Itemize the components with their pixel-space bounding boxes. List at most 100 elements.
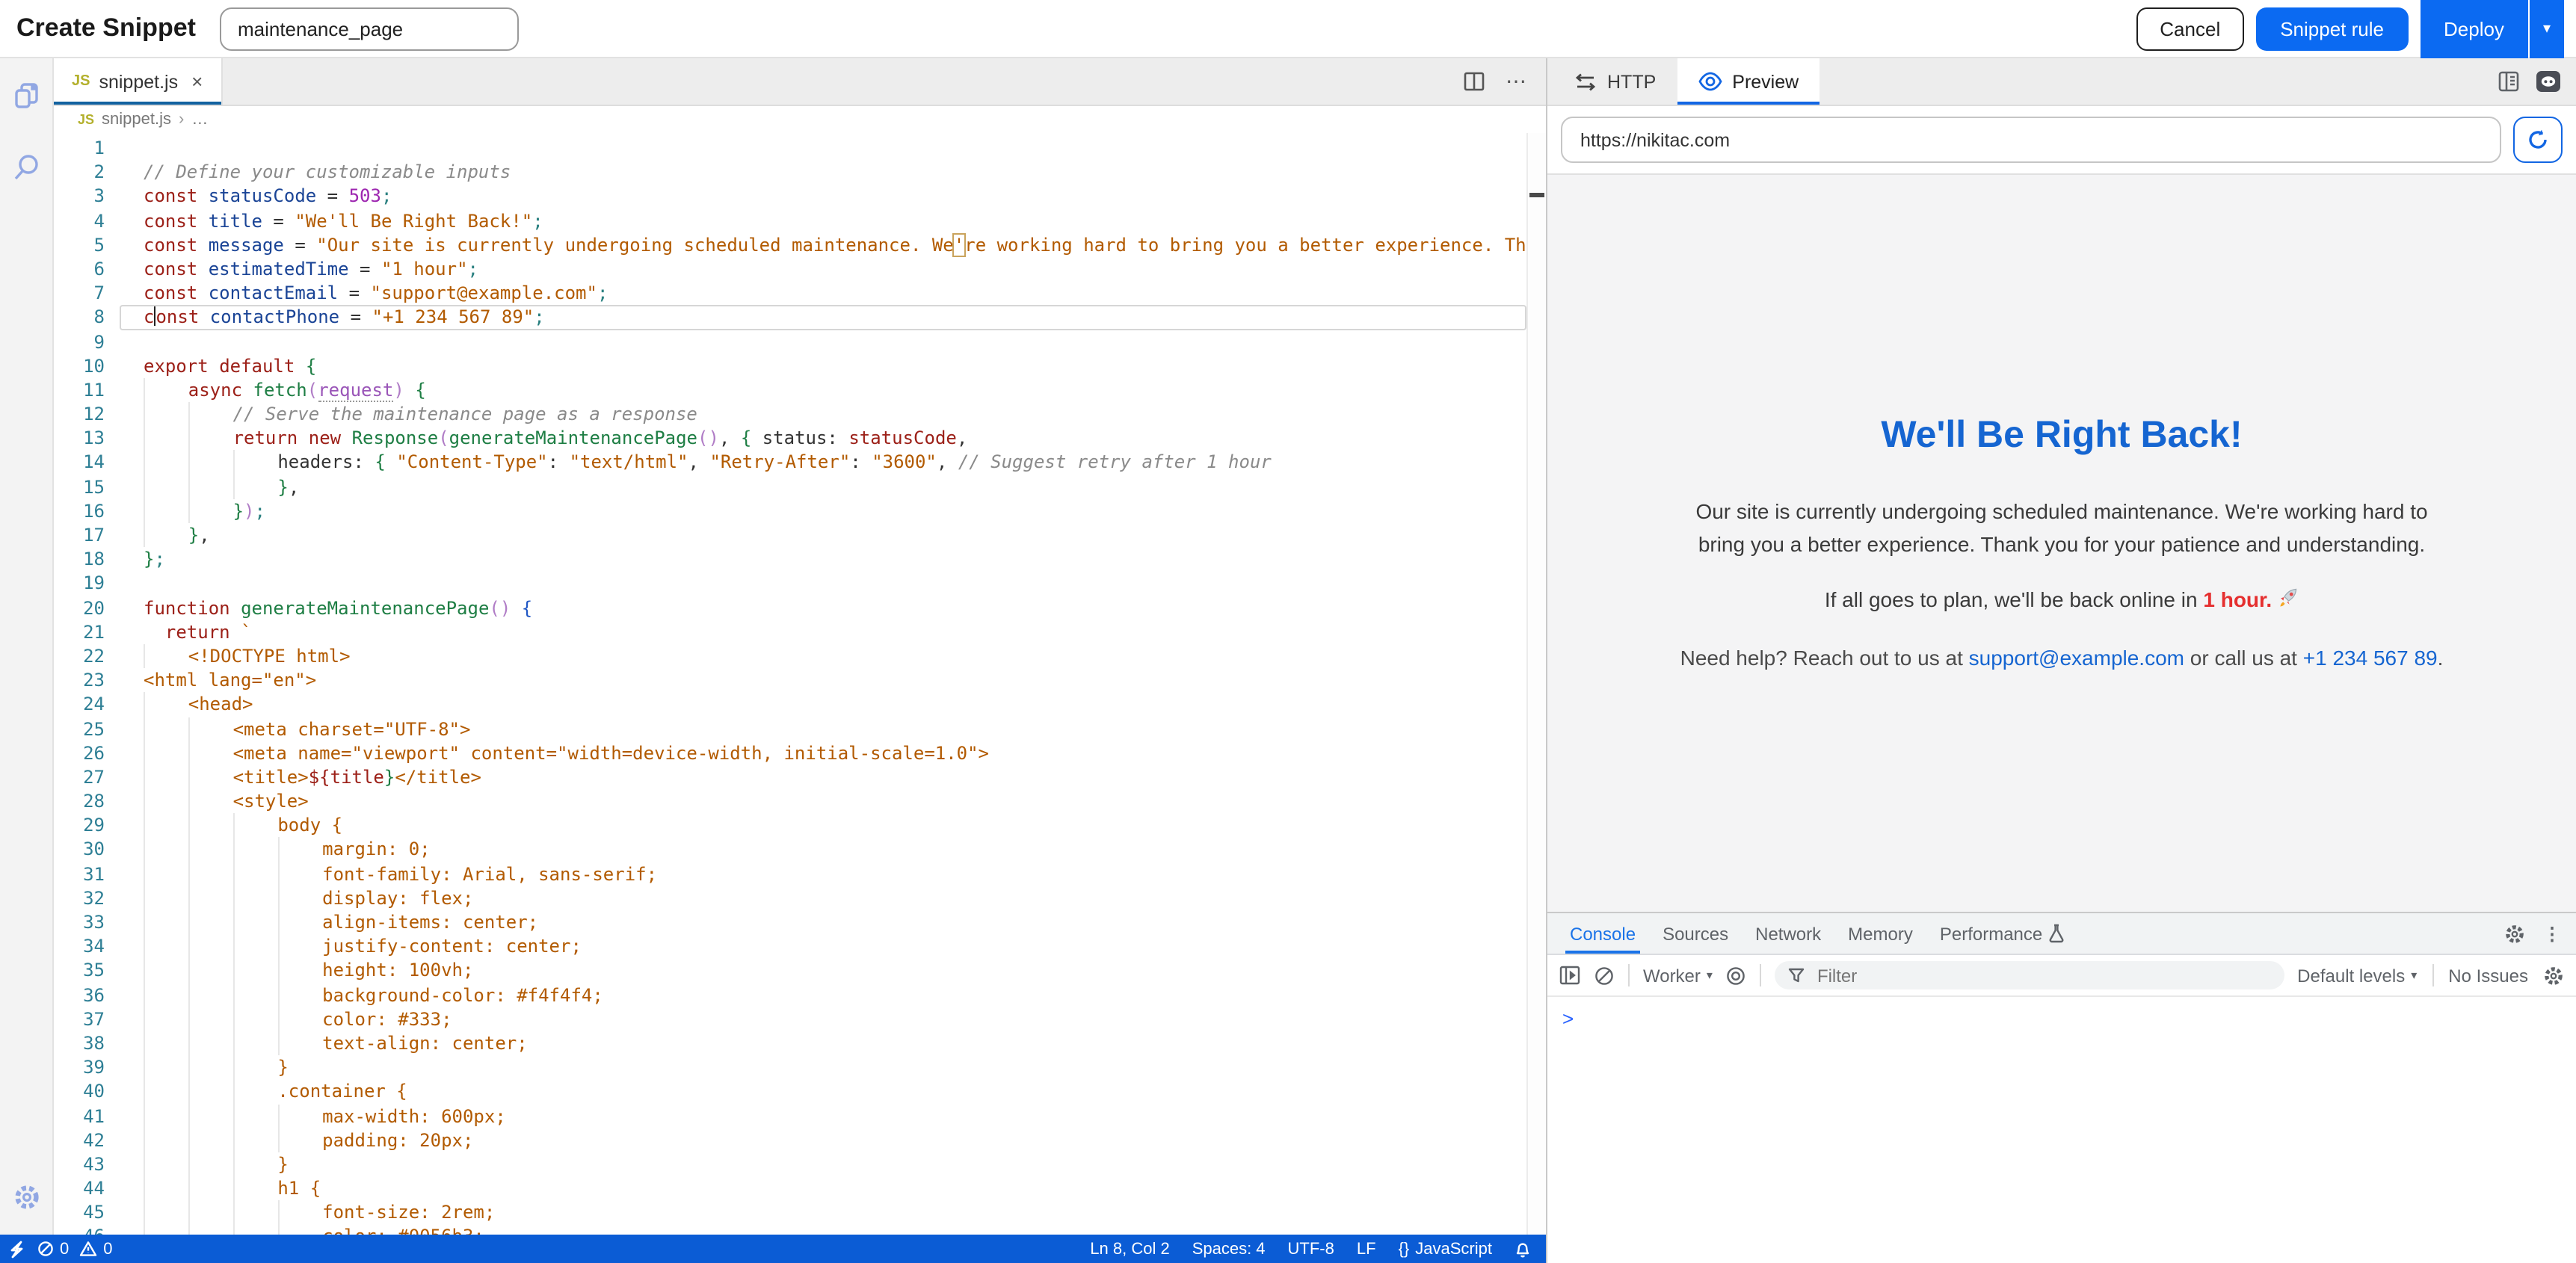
code-line[interactable]: 2// Define your customizable inputs [54, 160, 1546, 184]
code-line[interactable]: 31 font-family: Arial, sans-serif; [54, 862, 1546, 886]
devtools-settings-gear-icon[interactable] [2504, 923, 2525, 944]
code-line[interactable]: 32 display: flex; [54, 886, 1546, 910]
execution-context-dropdown[interactable]: Worker▾ [1643, 965, 1713, 986]
search-icon[interactable] [10, 151, 43, 184]
console-prompt[interactable]: > [1562, 1007, 1574, 1030]
code-line[interactable]: 22 <!DOCTYPE html> [54, 644, 1546, 668]
code-area[interactable]: 12// Define your customizable inputs3con… [54, 133, 1546, 1235]
notifications-bell-icon[interactable] [1515, 1240, 1531, 1258]
console-filter[interactable] [1775, 961, 2284, 989]
app-window: Create Snippet Cancel Snippet rule Deplo… [0, 0, 2576, 1263]
code-line[interactable]: 36 background-color: #f4f4f4; [54, 983, 1546, 1007]
code-line[interactable]: 34 justify-content: center; [54, 934, 1546, 958]
code-line[interactable]: 30 margin: 0; [54, 838, 1546, 862]
breadcrumb-file[interactable]: snippet.js [102, 111, 171, 129]
tab-performance[interactable]: Performance [1926, 913, 2078, 954]
code-line[interactable]: 46 color: #0056b3; [54, 1225, 1546, 1235]
docs-book-icon[interactable] [2497, 70, 2521, 93]
console-sidebar-toggle-icon[interactable] [1559, 966, 1580, 985]
filter-input[interactable] [1814, 963, 2270, 987]
code-line[interactable]: 40 .container { [54, 1080, 1546, 1104]
code-line[interactable]: 45 font-size: 2rem; [54, 1201, 1546, 1225]
code-line[interactable]: 10export default { [54, 353, 1546, 377]
code-line[interactable]: 11 async fetch(request) { [54, 378, 1546, 402]
clear-console-icon[interactable] [1594, 965, 1615, 986]
code-line[interactable]: 7const contactEmail = "support@example.c… [54, 281, 1546, 305]
code-line[interactable]: 3const statusCode = 503; [54, 185, 1546, 209]
language-mode[interactable]: {} JavaScript [1399, 1240, 1492, 1258]
support-email-link[interactable]: support@example.com [1969, 645, 2184, 669]
tab-console[interactable]: Console [1556, 913, 1649, 954]
code-line[interactable]: 37 color: #333; [54, 1007, 1546, 1031]
line-number: 7 [54, 281, 120, 305]
code-line[interactable]: 23<html lang="en"> [54, 668, 1546, 692]
code-line[interactable]: 41 max-width: 600px; [54, 1104, 1546, 1128]
cursor-position[interactable]: Ln 8, Col 2 [1090, 1240, 1169, 1258]
code-line[interactable]: 16 }); [54, 499, 1546, 523]
line-number: 20 [54, 596, 120, 620]
tab-http[interactable]: HTTP [1553, 58, 1677, 105]
breadcrumb-more[interactable]: … [191, 111, 208, 129]
code-line[interactable]: 38 text-align: center; [54, 1031, 1546, 1055]
code-line[interactable]: 33 align-items: center; [54, 910, 1546, 934]
cancel-button[interactable]: Cancel [2136, 7, 2244, 50]
code-line[interactable]: 42 padding: 20px; [54, 1128, 1546, 1152]
files-icon[interactable] [10, 79, 43, 112]
editor-pane: JS snippet.js × ⋯ [0, 58, 1547, 1263]
code-line[interactable]: 14 headers: { "Content-Type": "text/html… [54, 451, 1546, 475]
code-line[interactable]: 4const title = "We'll Be Right Back!"; [54, 209, 1546, 232]
settings-gear-icon[interactable] [10, 1181, 43, 1214]
code-line[interactable]: 17 }, [54, 523, 1546, 547]
code-line[interactable]: 20function generateMaintenancePage() { [54, 596, 1546, 620]
tab-sources[interactable]: Sources [1649, 913, 1742, 954]
code-line[interactable]: 27 <title>${title}</title> [54, 765, 1546, 789]
code-line[interactable]: 18}; [54, 547, 1546, 571]
code-line[interactable]: 13 return new Response(generateMaintenan… [54, 427, 1546, 451]
indentation[interactable]: Spaces: 4 [1192, 1240, 1266, 1258]
discord-icon[interactable] [2536, 70, 2561, 93]
code-line[interactable]: 35 height: 100vh; [54, 959, 1546, 983]
problems-indicator[interactable]: 0 0 [37, 1240, 113, 1258]
phone-link[interactable]: +1 234 567 89 [2303, 645, 2438, 669]
code-line[interactable]: 1 [54, 136, 1546, 160]
console-settings-gear-icon[interactable] [2543, 965, 2564, 986]
code-line[interactable]: 12 // Serve the maintenance page as a re… [54, 402, 1546, 426]
editor-scrollbar[interactable] [1526, 133, 1546, 1235]
code-line[interactable]: 24 <head> [54, 693, 1546, 717]
remote-indicator-icon[interactable] [9, 1240, 24, 1258]
refresh-button[interactable] [2513, 117, 2563, 163]
split-editor-icon[interactable] [1464, 72, 1485, 91]
code-line[interactable]: 21 return ` [54, 620, 1546, 644]
tab-memory[interactable]: Memory [1834, 913, 1926, 954]
issues-counter[interactable]: No Issues [2448, 965, 2528, 986]
tab-snippet-js[interactable]: JS snippet.js × [54, 58, 222, 105]
kebab-menu-icon[interactable]: ⋮ [2543, 923, 2561, 944]
code-line[interactable]: 8const contactPhone = "+1 234 567 89"; [54, 306, 1546, 330]
code-line[interactable]: 28 <style> [54, 789, 1546, 813]
more-actions-icon[interactable]: ⋯ [1506, 69, 1528, 94]
code-line[interactable]: 39 } [54, 1055, 1546, 1079]
close-icon[interactable]: × [191, 70, 203, 93]
code-line[interactable]: 5const message = "Our site is currently … [54, 233, 1546, 257]
eol-sequence[interactable]: LF [1357, 1240, 1376, 1258]
code-line[interactable]: 25 <meta charset="UTF-8"> [54, 717, 1546, 741]
tab-network[interactable]: Network [1742, 913, 1834, 954]
code-line[interactable]: 26 <meta name="viewport" content="width=… [54, 741, 1546, 765]
breadcrumb[interactable]: JS snippet.js › … [54, 106, 1546, 133]
snippet-name-input[interactable] [220, 7, 519, 50]
braces-icon: {} [1399, 1240, 1410, 1258]
code-line[interactable]: 19 [54, 572, 1546, 596]
code-line[interactable]: 6const estimatedTime = "1 hour"; [54, 257, 1546, 281]
code-line[interactable]: 43 } [54, 1152, 1546, 1176]
code-line[interactable]: 29 body { [54, 814, 1546, 838]
tab-preview[interactable]: Preview [1677, 58, 1819, 105]
encoding[interactable]: UTF-8 [1288, 1240, 1334, 1258]
code-line[interactable]: 44 h1 { [54, 1176, 1546, 1200]
live-expression-icon[interactable] [1726, 965, 1747, 986]
url-input[interactable] [1561, 117, 2501, 163]
console-output[interactable]: > [1547, 997, 2576, 1263]
snippet-rule-button[interactable]: Snippet rule [2256, 7, 2408, 50]
code-line[interactable]: 15 }, [54, 475, 1546, 498]
log-levels-dropdown[interactable]: Default levels▾ [2297, 965, 2417, 986]
code-line[interactable]: 9 [54, 330, 1546, 353]
